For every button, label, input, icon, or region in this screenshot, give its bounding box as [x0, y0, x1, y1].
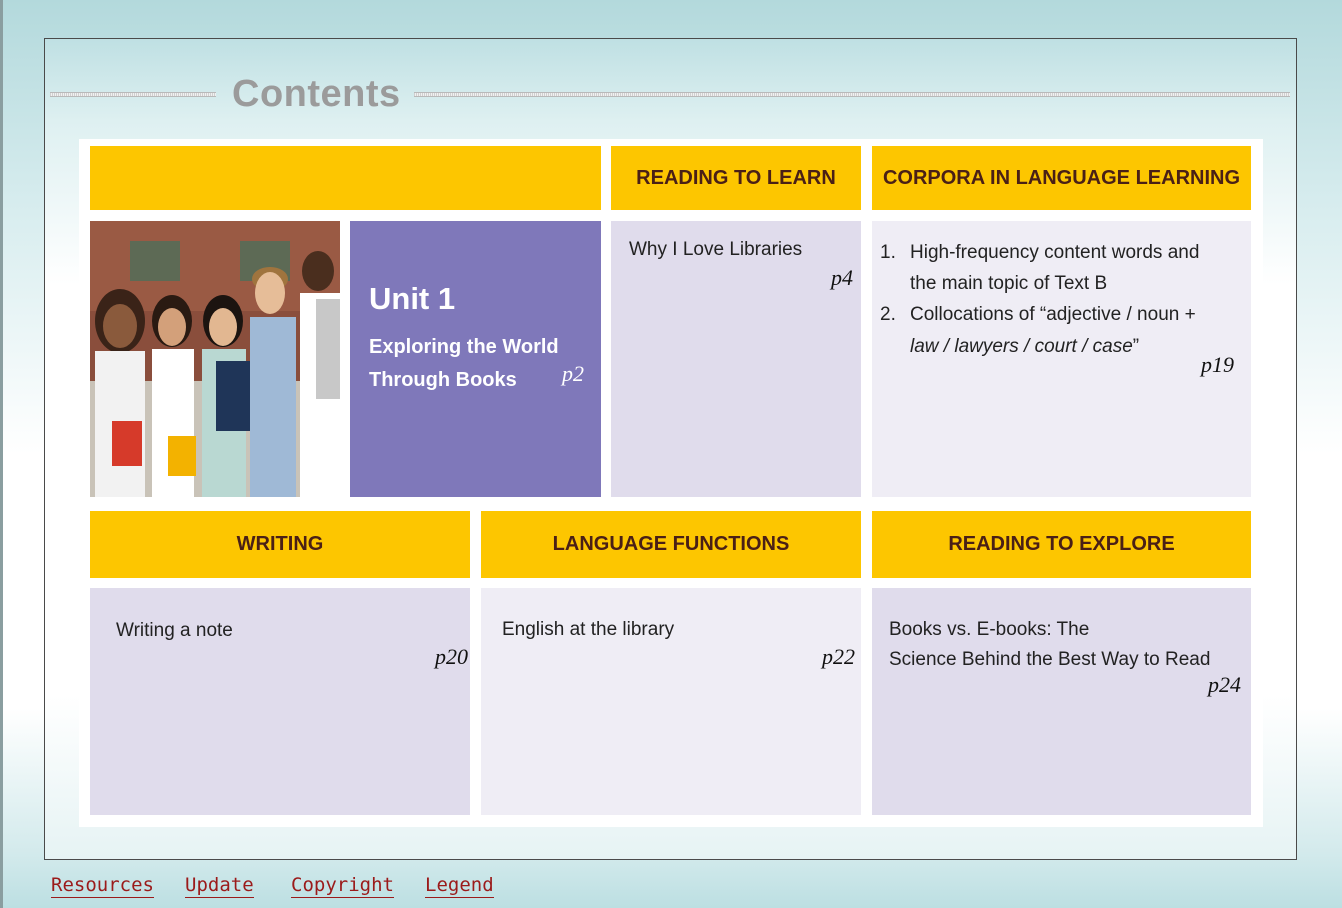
footer-link-resources[interactable]: Resources [51, 873, 154, 898]
corpora-item-2-line1[interactable]: Collocations of “adjective / noun + [910, 300, 1196, 330]
reading-to-explore-item-line1[interactable]: Books vs. E-books: The [889, 615, 1089, 645]
students-photo [90, 221, 340, 497]
header-language-functions: LANGUAGE FUNCTIONS [481, 511, 861, 578]
window-left-edge [0, 0, 3, 908]
unit-1-card[interactable]: Unit 1 Exploring the World Through Books… [350, 221, 601, 497]
cell-writing[interactable]: Writing a note p20 [90, 588, 470, 815]
corpora-item-2-italic: law / lawyers / court / case [910, 336, 1133, 357]
reading-to-explore-page: p24 [1208, 672, 1241, 697]
corpora-item-1-line2[interactable]: the main topic of Text B [910, 269, 1107, 299]
unit-subtitle-line2: Through Books [369, 369, 517, 391]
corpora-item-2-number: 2. [880, 304, 896, 325]
unit-title: Unit 1 [369, 281, 456, 316]
language-functions-page: p22 [822, 644, 855, 669]
corpora-item-1-line1[interactable]: High-frequency content words and [910, 238, 1199, 268]
unit-header-blank [90, 146, 601, 210]
footer-links: Resources Update Copyright Legend [0, 873, 1342, 903]
cell-language-functions[interactable]: English at the library p22 [481, 588, 861, 815]
students-photo-icon [90, 221, 340, 497]
footer-link-legend[interactable]: Legend [425, 873, 494, 898]
header-writing: WRITING [90, 511, 470, 578]
unit-subtitle-line1: Exploring the World [369, 336, 559, 358]
language-functions-item[interactable]: English at the library [502, 615, 674, 645]
cell-reading-to-learn[interactable]: Why I Love Libraries p4 [611, 221, 861, 497]
unit-page-number: p2 [562, 361, 584, 386]
reading-to-learn-item[interactable]: Why I Love Libraries [629, 235, 802, 265]
header-reading-to-learn: READING TO LEARN [611, 146, 861, 210]
footer-link-update[interactable]: Update [185, 873, 254, 898]
title-rule-left [50, 92, 216, 97]
header-corpora: CORPORA IN LANGUAGE LEARNING [872, 146, 1251, 210]
reading-to-learn-page: p4 [831, 265, 853, 290]
writing-item[interactable]: Writing a note [116, 616, 233, 646]
reading-to-explore-item-line2[interactable]: Science Behind the Best Way to Read [889, 645, 1210, 675]
corpora-item-1-number: 1. [880, 242, 896, 263]
corpora-item-2-close-quote: ” [1132, 336, 1140, 357]
footer-link-copyright[interactable]: Copyright [291, 873, 394, 898]
writing-page: p20 [435, 644, 468, 669]
cell-reading-to-explore[interactable]: Books vs. E-books: The Science Behind th… [872, 588, 1251, 815]
title-rule-right [414, 92, 1290, 97]
corpora-item-2-line2[interactable]: law / lawyers / court / case” [910, 332, 1139, 362]
page-title: Contents [232, 73, 401, 115]
header-reading-to-explore: READING TO EXPLORE [872, 511, 1251, 578]
unit-subtitle: Exploring the World Through Books [369, 331, 559, 397]
corpora-page: p19 [1201, 352, 1234, 377]
